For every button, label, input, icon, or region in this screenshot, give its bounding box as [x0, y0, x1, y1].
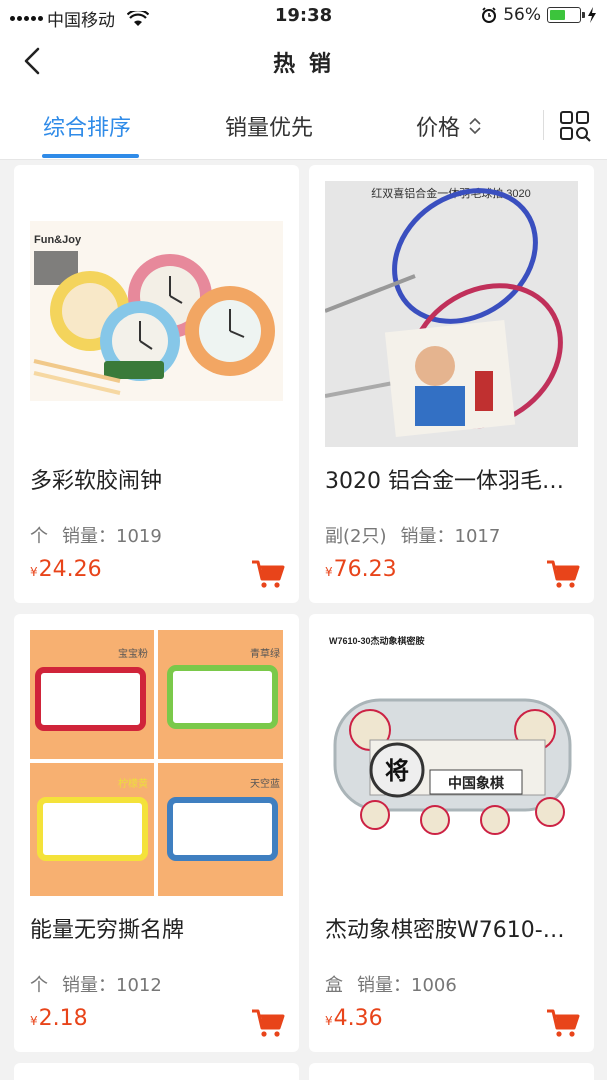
product-unit: 盒 — [325, 975, 343, 996]
product-unit: 个 — [30, 975, 48, 996]
brand-text: Fun&Joy — [34, 234, 82, 246]
cart-icon[interactable] — [546, 559, 580, 589]
currency-symbol: ¥ — [325, 1014, 333, 1028]
battery-icon — [547, 7, 585, 23]
product-card[interactable]: W7610-30杰动象棋密胺 将 中国象棋 杰动象棋密胺W7610-… 盒销量：… — [309, 614, 594, 1052]
price-value: 2.18 — [38, 1006, 88, 1031]
product-price: ¥2.18 — [30, 1006, 88, 1031]
product-unit: 副(2只) — [325, 526, 387, 547]
price-value: 4.36 — [333, 1006, 383, 1031]
product-meta: 盒销量：1006 — [325, 971, 457, 997]
product-price: ¥24.26 — [30, 557, 102, 582]
chess-piece-text: 将 — [385, 757, 409, 785]
page-title: 热 销 — [273, 52, 334, 77]
sales-label: 销量： — [62, 526, 116, 547]
divider — [543, 110, 544, 140]
product-image[interactable]: Fun&Joy — [30, 181, 283, 447]
product-meta: 副(2只) 销量：1017 — [325, 522, 500, 548]
currency-symbol: ¥ — [30, 1014, 38, 1028]
variant-label: 天空蓝 — [250, 777, 280, 790]
variant-label: 青草绿 — [250, 647, 280, 660]
sales-count: 1006 — [411, 975, 457, 996]
product-name[interactable]: 能量无穷撕名牌 — [30, 912, 285, 944]
charging-icon — [588, 7, 596, 23]
product-card[interactable] — [14, 1063, 299, 1080]
cart-icon[interactable] — [546, 1008, 580, 1038]
product-card[interactable]: 宝宝粉 青草绿 柠檬黄 天空蓝 能量无穷撕名牌 个销量：1012 ¥2.18 — [14, 614, 299, 1052]
grid-view-icon[interactable] — [559, 110, 591, 142]
alarm-icon — [482, 7, 497, 23]
tab-price[interactable]: 价格 — [416, 110, 482, 142]
sales-count: 1012 — [116, 975, 162, 996]
product-price: ¥4.36 — [325, 1006, 383, 1031]
status-bar: 中国移动 19:38 56% — [0, 0, 607, 34]
product-name[interactable]: 3020 铝合金一体羽毛… — [325, 463, 580, 495]
sort-tabs: 综合排序 销量优先 价格 — [0, 88, 607, 160]
price-value: 76.23 — [333, 557, 397, 582]
nav-bar: 热 销 — [0, 34, 607, 88]
product-card[interactable]: Fun&Joy 多彩软胶闹钟 个销量：1019 ¥24.26 — [14, 165, 299, 603]
sales-count: 1017 — [454, 526, 501, 547]
product-meta: 个销量：1019 — [30, 522, 162, 548]
tab-label: 销量优先 — [225, 116, 314, 141]
product-price: ¥76.23 — [325, 557, 397, 582]
cart-icon[interactable] — [251, 1008, 285, 1038]
image-caption: W7610-30杰动象棋密胺 — [329, 635, 425, 646]
tab-comprehensive[interactable]: 综合排序 — [43, 110, 131, 142]
battery-percent: 56% — [503, 5, 541, 25]
currency-symbol: ¥ — [325, 565, 333, 579]
product-image[interactable]: 宝宝粉 青草绿 柠檬黄 天空蓝 — [30, 630, 283, 896]
product-card[interactable] — [309, 1063, 594, 1080]
status-right: 56% — [481, 5, 597, 25]
sort-arrows-icon — [469, 117, 481, 135]
cart-icon[interactable] — [251, 559, 285, 589]
product-card[interactable]: 红双喜铝合金一体羽毛球拍 3020 3020 铝合金一体羽毛… 副(2只) 销量：… — [309, 165, 594, 603]
tab-sales[interactable]: 销量优先 — [225, 110, 313, 142]
tab-label: 价格 — [416, 116, 461, 141]
product-image[interactable]: 红双喜铝合金一体羽毛球拍 3020 — [325, 181, 578, 447]
product-name[interactable]: 多彩软胶闹钟 — [30, 463, 285, 495]
product-name[interactable]: 杰动象棋密胺W7610-… — [325, 912, 580, 944]
sales-count: 1019 — [116, 526, 162, 547]
tab-label: 综合排序 — [43, 116, 132, 141]
product-image[interactable]: W7610-30杰动象棋密胺 将 中国象棋 — [325, 630, 578, 896]
variant-label: 宝宝粉 — [118, 647, 148, 660]
currency-symbol: ¥ — [30, 565, 38, 579]
product-unit: 个 — [30, 526, 48, 547]
product-meta: 个销量：1012 — [30, 971, 162, 997]
price-value: 24.26 — [38, 557, 102, 582]
active-tab-indicator — [42, 154, 139, 158]
variant-label: 柠檬黄 — [118, 777, 148, 790]
box-label: 中国象棋 — [448, 775, 504, 792]
sales-label: 销量： — [400, 526, 455, 547]
sales-label: 销量： — [357, 975, 411, 996]
sales-label: 销量： — [62, 975, 116, 996]
